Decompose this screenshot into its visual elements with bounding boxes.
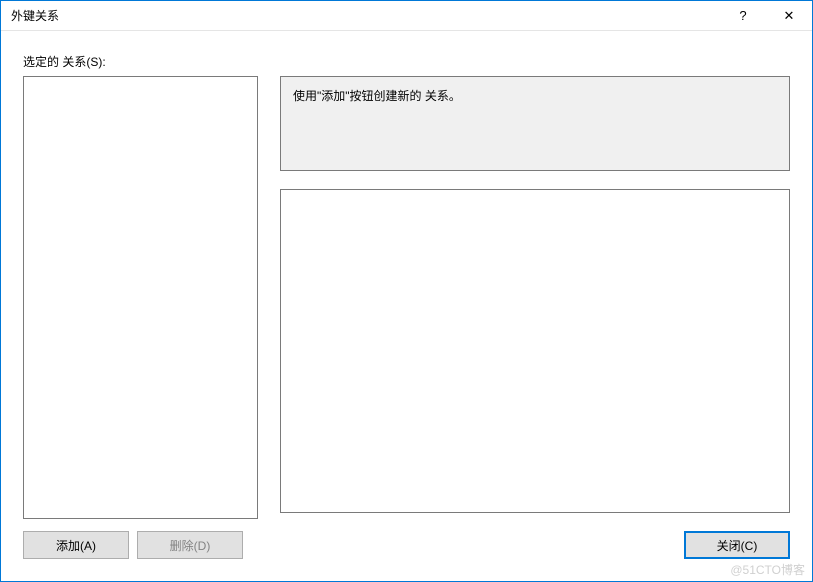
dialog-content: 选定的 关系(S): 添加(A) 删除(D) 使用"添加"按钮创建新的 关系。 …: [1, 31, 812, 581]
main-area: 添加(A) 删除(D) 使用"添加"按钮创建新的 关系。 关闭(C): [23, 76, 790, 559]
add-button[interactable]: 添加(A): [23, 531, 129, 559]
titlebar: 外键关系 ? ✕: [1, 1, 812, 31]
footer-row: 关闭(C): [280, 531, 790, 559]
info-message-box: 使用"添加"按钮创建新的 关系。: [280, 76, 790, 171]
close-button[interactable]: 关闭(C): [684, 531, 790, 559]
titlebar-controls: ? ✕: [720, 1, 812, 30]
close-icon: ✕: [784, 8, 795, 24]
info-message-text: 使用"添加"按钮创建新的 关系。: [293, 89, 461, 103]
right-column: 使用"添加"按钮创建新的 关系。 关闭(C): [280, 76, 790, 559]
help-icon: ?: [739, 8, 746, 23]
delete-button: 删除(D): [137, 531, 243, 559]
titlebar-close-button[interactable]: ✕: [766, 1, 812, 30]
left-column: 添加(A) 删除(D): [23, 76, 258, 559]
selected-relation-label: 选定的 关系(S):: [23, 53, 790, 70]
relations-listbox[interactable]: [23, 76, 258, 519]
foreign-key-dialog: 外键关系 ? ✕ 选定的 关系(S): 添加(A) 删除(D): [0, 0, 813, 582]
help-button[interactable]: ?: [720, 1, 766, 30]
dialog-title: 外键关系: [11, 7, 720, 24]
relation-details-box: [280, 189, 790, 513]
left-button-row: 添加(A) 删除(D): [23, 531, 258, 559]
